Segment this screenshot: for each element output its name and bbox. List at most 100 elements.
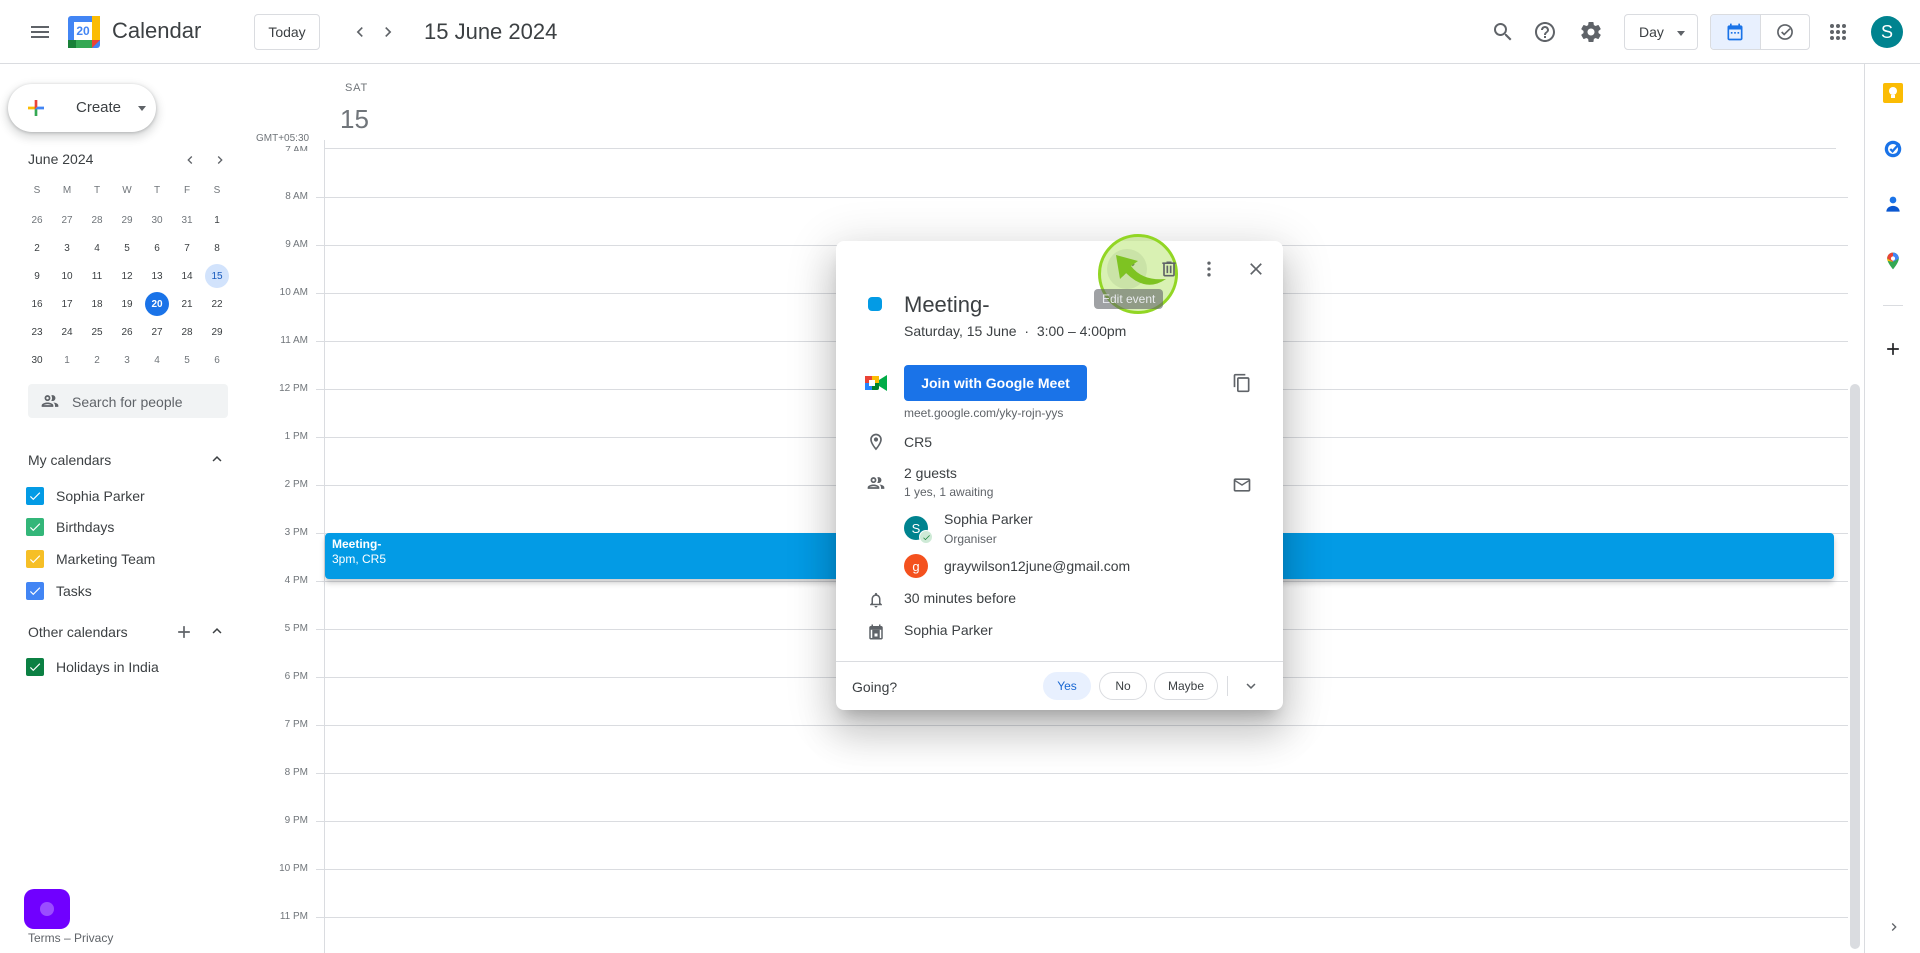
mini-calendar-day[interactable]: 25 xyxy=(82,318,112,346)
calendar-checkbox[interactable] xyxy=(26,658,44,676)
mini-calendar-day[interactable]: 11 xyxy=(82,262,112,290)
search-button[interactable] xyxy=(1483,12,1523,52)
mini-calendar-day[interactable]: 7 xyxy=(172,234,202,262)
mini-calendar-day[interactable]: 30 xyxy=(22,346,52,374)
copy-meet-link-button[interactable] xyxy=(1228,369,1256,397)
mini-calendar-day[interactable]: 1 xyxy=(52,346,82,374)
join-google-meet-button[interactable]: Join with Google Meet xyxy=(904,365,1087,401)
keep-button[interactable] xyxy=(1877,77,1909,109)
mini-calendar-day[interactable]: 30 xyxy=(142,206,172,234)
chevron-down-icon xyxy=(1246,683,1256,689)
settings-button[interactable] xyxy=(1571,12,1611,52)
contacts-button[interactable] xyxy=(1877,189,1909,221)
mini-calendar-day[interactable]: 23 xyxy=(22,318,52,346)
get-add-ons-button[interactable] xyxy=(1877,333,1909,365)
tasks-button[interactable] xyxy=(1877,133,1909,165)
guest-email[interactable]: graywilson12june@gmail.com xyxy=(944,558,1130,574)
mini-calendar-day[interactable]: 5 xyxy=(172,346,202,374)
show-side-panel-button[interactable] xyxy=(1882,915,1906,939)
mini-calendar-day[interactable]: 27 xyxy=(52,206,82,234)
create-button[interactable]: Create xyxy=(8,84,156,132)
calendar-checkbox[interactable] xyxy=(26,487,44,505)
mini-calendar-day[interactable]: 28 xyxy=(82,206,112,234)
guest-name[interactable]: Sophia Parker xyxy=(944,511,1033,527)
mini-calendar-day[interactable]: 3 xyxy=(52,234,82,262)
floating-assistant-button[interactable] xyxy=(24,889,70,929)
mini-calendar-day[interactable]: 14 xyxy=(172,262,202,290)
mini-calendar-prev-button[interactable] xyxy=(178,150,202,170)
next-period-button[interactable] xyxy=(368,12,408,52)
mini-calendar-day[interactable]: 27 xyxy=(142,318,172,346)
mini-calendar-day[interactable]: 22 xyxy=(202,290,232,318)
mini-calendar-day[interactable]: 28 xyxy=(172,318,202,346)
calendar-checkbox[interactable] xyxy=(26,518,44,536)
terms-privacy-link[interactable]: Terms – Privacy xyxy=(28,931,113,945)
mini-calendar-day[interactable]: 26 xyxy=(112,318,142,346)
view-select-dropdown[interactable]: Day xyxy=(1624,14,1698,50)
mini-calendar-day[interactable]: 31 xyxy=(172,206,202,234)
mini-calendar-day[interactable]: 29 xyxy=(112,206,142,234)
mini-calendar-day-number: 22 xyxy=(211,298,223,310)
mini-calendar-day[interactable]: 4 xyxy=(82,234,112,262)
other-calendars-collapse-button[interactable] xyxy=(206,620,228,642)
mini-calendar-day[interactable]: 19 xyxy=(112,290,142,318)
add-other-calendar-button[interactable] xyxy=(172,620,196,644)
mini-calendar-day[interactable]: 6 xyxy=(142,234,172,262)
rsvp-more-options-button[interactable] xyxy=(1238,673,1264,699)
rsvp-maybe-button[interactable]: Maybe xyxy=(1154,672,1218,700)
day-view-scrollbar[interactable] xyxy=(1850,384,1860,949)
mini-calendar-day[interactable]: 6 xyxy=(202,346,232,374)
mini-calendar-day[interactable]: 13 xyxy=(142,262,172,290)
search-people-input[interactable]: Search for people xyxy=(28,384,228,418)
mini-calendar-day[interactable]: 9 xyxy=(22,262,52,290)
mini-calendar-day[interactable]: 2 xyxy=(82,346,112,374)
guest-avatar: g xyxy=(904,554,928,578)
rsvp-yes-button[interactable]: Yes xyxy=(1043,672,1091,700)
meet-link[interactable]: meet.google.com/yky-rojn-yys xyxy=(904,406,1063,420)
mini-calendar-day[interactable]: 3 xyxy=(112,346,142,374)
calendar-view-toggle[interactable] xyxy=(1711,15,1760,49)
day-number[interactable]: 15 xyxy=(340,104,369,135)
rsvp-no-button[interactable]: No xyxy=(1099,672,1147,700)
help-button[interactable] xyxy=(1525,12,1565,52)
mini-calendar-day[interactable]: 21 xyxy=(172,290,202,318)
mini-calendar-day[interactable]: 4 xyxy=(142,346,172,374)
mini-calendar-day[interactable]: 26 xyxy=(22,206,52,234)
more-vert-icon xyxy=(1207,261,1211,277)
mini-calendar-day[interactable]: 8 xyxy=(202,234,232,262)
mini-calendar-day[interactable]: 17 xyxy=(52,290,82,318)
mini-calendar-day[interactable]: 29 xyxy=(202,318,232,346)
more-options-button[interactable] xyxy=(1189,249,1229,289)
guests-icon xyxy=(864,471,888,495)
calendar-checkbox[interactable] xyxy=(26,550,44,568)
email-guests-button[interactable] xyxy=(1228,471,1256,499)
mini-calendar-day[interactable]: 15 xyxy=(202,262,232,290)
mini-calendar-day[interactable]: 20 xyxy=(142,290,172,318)
calendar-list-item[interactable]: Tasks xyxy=(26,579,92,603)
mini-calendar-day[interactable]: 10 xyxy=(52,262,82,290)
mini-calendar-day[interactable]: 1 xyxy=(202,206,232,234)
mini-calendar-next-button[interactable] xyxy=(208,150,232,170)
mini-calendar-day[interactable]: 24 xyxy=(52,318,82,346)
calendar-list-item[interactable]: Marketing Team xyxy=(26,547,155,571)
keep-icon xyxy=(1883,83,1903,103)
mini-calendar-day[interactable]: 2 xyxy=(22,234,52,262)
calendar-list-item[interactable]: Sophia Parker xyxy=(26,484,145,508)
mini-calendar-day[interactable]: 16 xyxy=(22,290,52,318)
mini-calendar-day[interactable]: 12 xyxy=(112,262,142,290)
calendar-list-item[interactable]: Birthdays xyxy=(26,515,114,539)
maps-button[interactable] xyxy=(1877,245,1909,277)
my-calendars-collapse-button[interactable] xyxy=(206,448,228,470)
account-avatar[interactable]: S xyxy=(1871,16,1903,48)
calendar-list-item[interactable]: Holidays in India xyxy=(26,655,159,679)
calendar-checkbox[interactable] xyxy=(26,582,44,600)
delete-event-button[interactable] xyxy=(1149,249,1189,289)
mini-calendar-day[interactable]: 18 xyxy=(82,290,112,318)
tasks-view-toggle[interactable] xyxy=(1759,15,1810,49)
google-apps-button[interactable] xyxy=(1818,12,1858,52)
main-menu-button[interactable] xyxy=(20,12,60,52)
search-people-placeholder: Search for people xyxy=(72,394,183,410)
today-button[interactable]: Today xyxy=(254,14,320,50)
mini-calendar-day[interactable]: 5 xyxy=(112,234,142,262)
close-popup-button[interactable] xyxy=(1236,249,1276,289)
